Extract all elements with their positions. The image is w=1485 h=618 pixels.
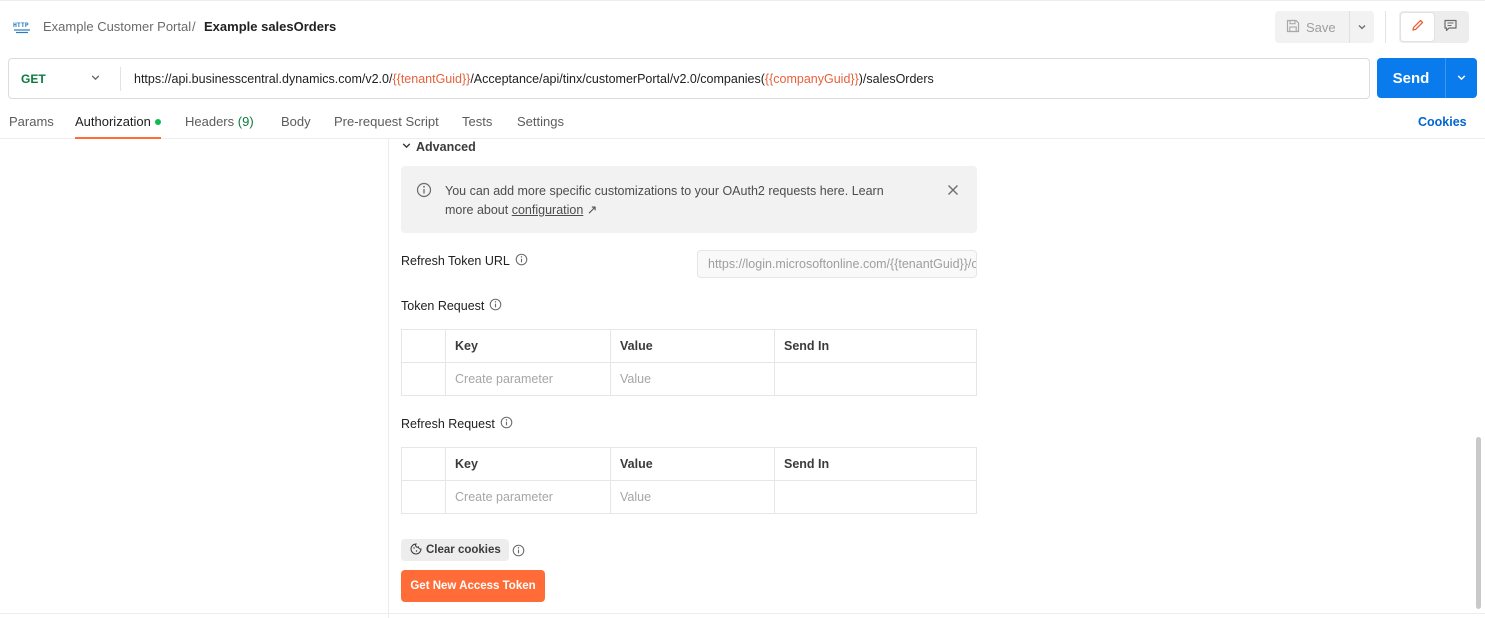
table-row: Create parameter Value xyxy=(401,362,977,396)
send-in-select[interactable] xyxy=(774,480,977,514)
token-request-table: Key Value Send In Create parameter Value xyxy=(401,329,977,396)
key-input[interactable]: Create parameter xyxy=(445,480,611,514)
value-input[interactable]: Value xyxy=(610,362,775,396)
footer-divider xyxy=(0,613,1485,614)
send-in-select[interactable] xyxy=(774,362,977,396)
toolbar-separator xyxy=(1385,11,1386,43)
refresh-token-url-label: Refresh Token URL xyxy=(401,253,528,269)
comments-button[interactable] xyxy=(1434,13,1467,41)
save-options-button[interactable] xyxy=(1350,11,1374,43)
save-button[interactable]: Save xyxy=(1275,11,1349,43)
info-banner-text: You can add more specific customizations… xyxy=(445,182,915,220)
tab-headers-label: Headers xyxy=(185,114,235,129)
refresh-request-text: Refresh Request xyxy=(401,417,495,431)
token-request-label: Token Request xyxy=(401,298,502,314)
url-input[interactable]: https://api.businesscentral.dynamics.com… xyxy=(121,72,934,86)
token-request-text: Token Request xyxy=(401,299,485,313)
send-options-button[interactable] xyxy=(1446,58,1477,98)
clear-cookies-label: Clear cookies xyxy=(426,544,501,556)
view-mode-toggle xyxy=(1399,11,1469,43)
info-icon[interactable] xyxy=(500,416,513,432)
table-cell-select xyxy=(401,480,446,514)
edit-mode-button[interactable] xyxy=(1401,13,1434,41)
table-cell-select xyxy=(401,362,446,396)
tab-headers[interactable]: Headers (9) xyxy=(185,114,254,129)
info-icon[interactable] xyxy=(512,544,525,560)
url-segment: https://api.businesscentral.dynamics.com… xyxy=(134,71,393,86)
url-bar: GET https://api.businesscentral.dynamics… xyxy=(8,58,1370,99)
table-row: Create parameter Value xyxy=(401,480,977,514)
breadcrumb-separator: / xyxy=(192,19,196,34)
svg-text:HTTP: HTTP xyxy=(13,21,29,29)
advanced-title: Advanced xyxy=(416,140,476,154)
tab-params[interactable]: Params xyxy=(9,114,54,129)
refresh-request-table: Key Value Send In Create parameter Value xyxy=(401,447,977,514)
chevron-down-icon xyxy=(401,140,412,154)
tab-settings[interactable]: Settings xyxy=(517,114,564,129)
column-send-in: Send In xyxy=(774,329,977,363)
url-variable-company[interactable]: {{companyGuid}} xyxy=(765,72,859,86)
table-header-row: Key Value Send In xyxy=(401,329,977,363)
column-value: Value xyxy=(610,447,775,481)
close-icon[interactable] xyxy=(946,183,960,197)
tab-pre-request-script[interactable]: Pre-request Script xyxy=(334,114,439,129)
pencil-icon xyxy=(1410,18,1425,36)
refresh-token-url-text: Refresh Token URL xyxy=(401,254,510,268)
external-link-icon: ↗ xyxy=(586,203,598,217)
refresh-request-label: Refresh Request xyxy=(401,416,513,432)
vertical-scrollbar[interactable] xyxy=(1476,437,1481,609)
url-variable-tenant[interactable]: {{tenantGuid}} xyxy=(392,72,470,86)
configuration-link[interactable]: configuration xyxy=(512,203,584,217)
chevron-down-icon xyxy=(1456,71,1467,86)
tab-authorization-label: Authorization xyxy=(75,114,151,129)
headers-count: (9) xyxy=(237,114,254,129)
request-name[interactable]: Example salesOrders xyxy=(204,19,336,34)
info-icon[interactable] xyxy=(489,298,502,314)
value-input[interactable]: Value xyxy=(610,480,775,514)
cookies-link[interactable]: Cookies xyxy=(1418,115,1467,129)
column-key: Key xyxy=(445,329,611,363)
url-segment: /Acceptance/api/tinx/customerPortal/v2.0… xyxy=(470,71,765,86)
column-send-in: Send In xyxy=(774,447,977,481)
comment-icon xyxy=(1443,18,1458,36)
tab-authorization[interactable]: Authorization xyxy=(75,114,161,129)
chevron-down-icon xyxy=(90,72,101,86)
method-label: GET xyxy=(21,71,46,86)
url-segment: )/salesOrders xyxy=(858,71,934,86)
pane-divider[interactable] xyxy=(388,139,389,618)
tab-tests[interactable]: Tests xyxy=(462,114,492,129)
column-key: Key xyxy=(445,447,611,481)
cookie-icon xyxy=(410,542,422,558)
info-icon xyxy=(416,182,432,201)
send-button-group: Send xyxy=(1377,58,1477,98)
refresh-token-url-input[interactable]: https://login.microsoftonline.com/{{tena… xyxy=(697,250,977,278)
chevron-down-icon xyxy=(1357,20,1367,35)
tab-body[interactable]: Body xyxy=(281,114,311,129)
oauth2-info-banner: You can add more specific customizations… xyxy=(401,166,977,233)
advanced-toggle[interactable]: Advanced xyxy=(401,140,476,154)
http-icon: HTTP xyxy=(12,17,32,37)
method-select[interactable]: GET xyxy=(9,59,120,98)
table-cell-select xyxy=(401,447,446,481)
table-header-row: Key Value Send In xyxy=(401,447,977,481)
table-cell-select xyxy=(401,329,446,363)
save-button-group: Save xyxy=(1275,11,1374,43)
info-icon[interactable] xyxy=(515,253,528,269)
save-label: Save xyxy=(1306,19,1336,35)
get-new-access-token-button[interactable]: Get New Access Token xyxy=(401,570,545,602)
active-tab-underline xyxy=(75,137,161,139)
request-tabs: Params Authorization Headers (9) Body Pr… xyxy=(0,108,1485,139)
active-indicator-dot xyxy=(154,118,161,125)
column-value: Value xyxy=(610,329,775,363)
floppy-disk-icon xyxy=(1286,19,1300,36)
request-header: HTTP Example Customer Portal / Example s… xyxy=(0,0,1485,52)
key-input[interactable]: Create parameter xyxy=(445,362,611,396)
clear-cookies-button[interactable]: Clear cookies xyxy=(401,539,509,561)
breadcrumb-collection[interactable]: Example Customer Portal xyxy=(43,19,191,34)
send-button[interactable]: Send xyxy=(1377,58,1445,98)
